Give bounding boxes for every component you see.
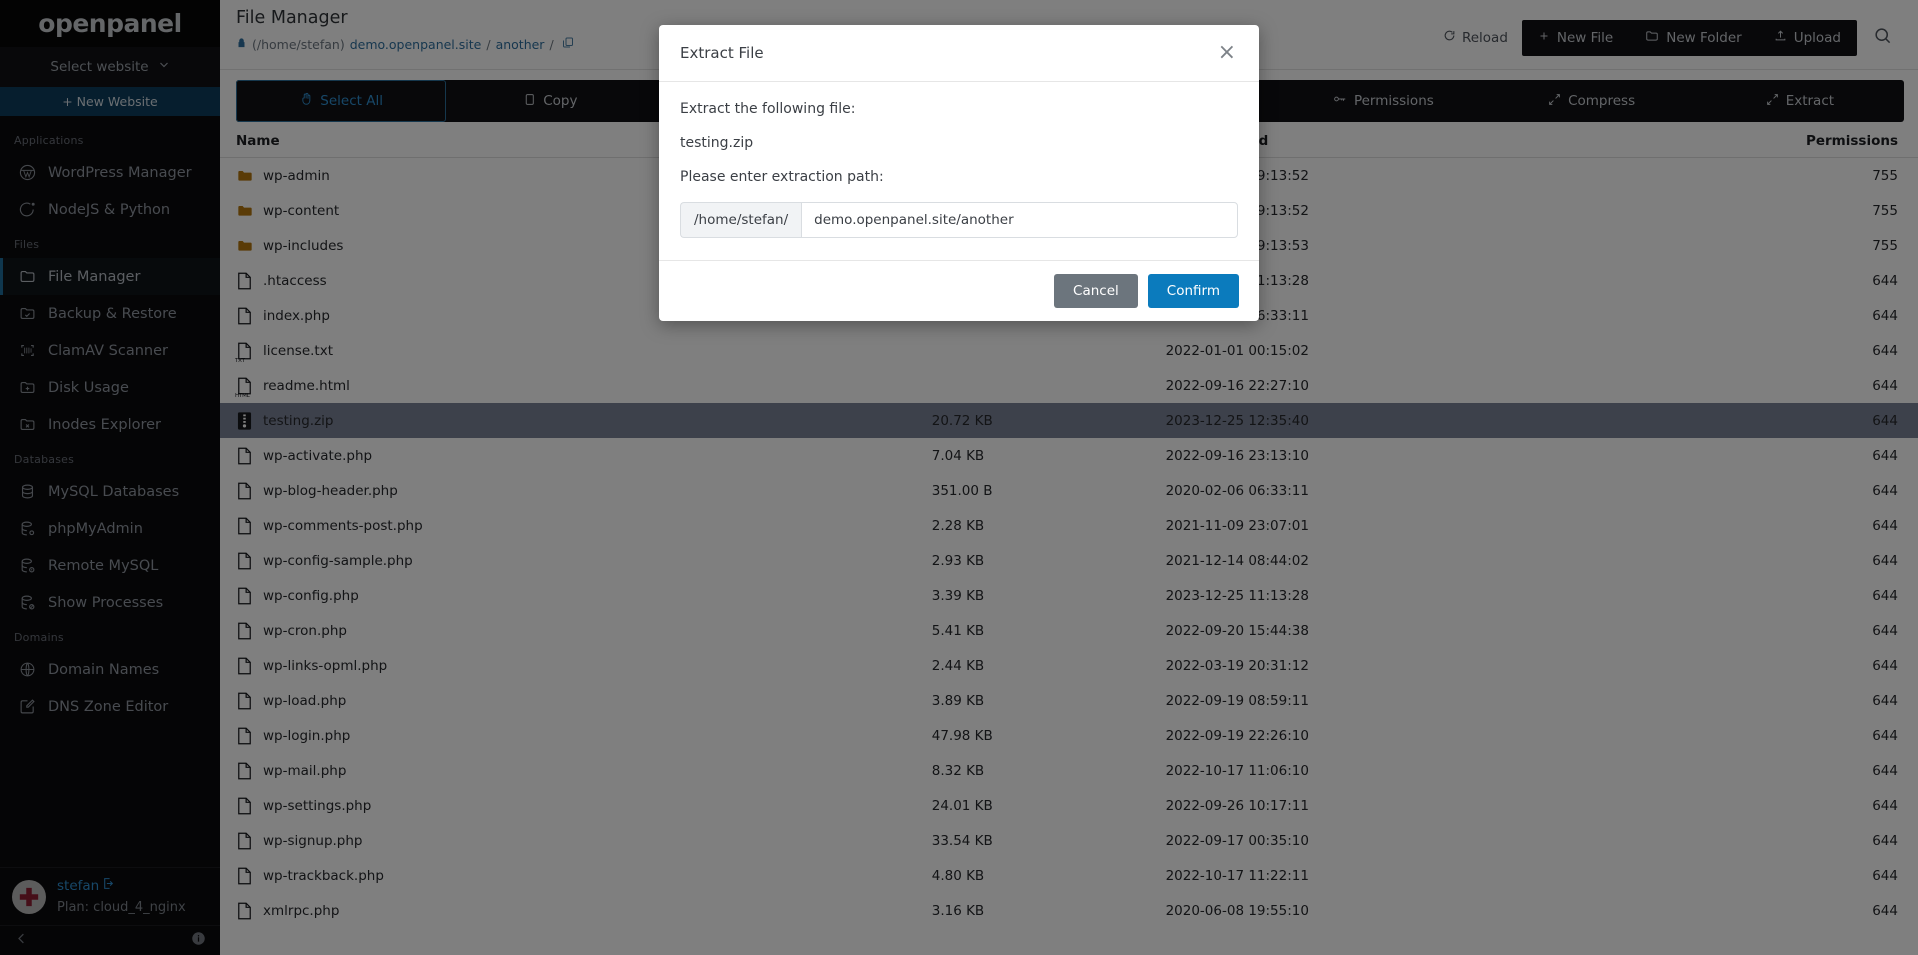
dialog-footer: Cancel Confirm [659, 260, 1259, 321]
close-icon[interactable]: × [1215, 42, 1239, 64]
dialog-body: Extract the following file: testing.zip … [659, 82, 1259, 260]
app-root: openpanel Select website + New Website A… [0, 0, 1918, 955]
confirm-button[interactable]: Confirm [1147, 274, 1239, 308]
extraction-path-input[interactable] [801, 202, 1238, 238]
extraction-path-row: /home/stefan/ [680, 202, 1238, 238]
dialog-intro-text: Extract the following file: [680, 101, 856, 117]
path-prefix-addon: /home/stefan/ [680, 202, 802, 238]
dialog-path-label: Please enter extraction path: [680, 169, 884, 185]
cancel-button[interactable]: Cancel [1054, 274, 1138, 308]
extract-file-dialog: Extract File × Extract the following fil… [659, 25, 1259, 321]
dialog-header: Extract File × [659, 25, 1259, 82]
dialog-filename: testing.zip [680, 135, 754, 151]
dialog-title: Extract File [680, 44, 764, 62]
